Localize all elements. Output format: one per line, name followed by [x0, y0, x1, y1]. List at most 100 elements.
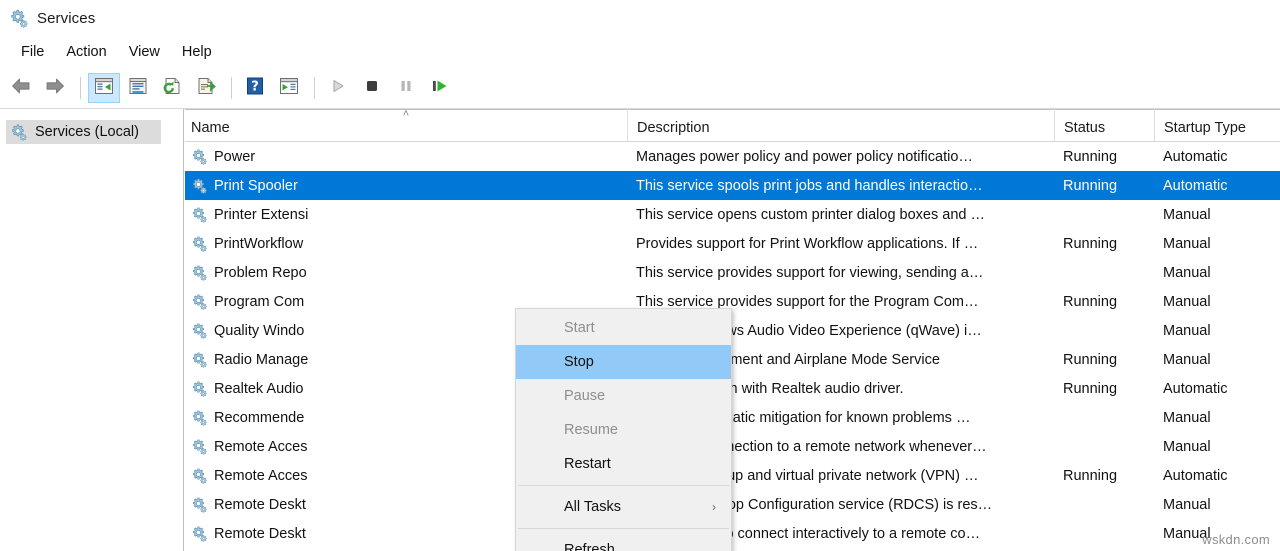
sidebar-item-services-local[interactable]: Services (Local) [6, 120, 161, 144]
context-menu-all-tasks[interactable]: All Tasks› [516, 490, 731, 524]
service-startup-type-label: Manual [1163, 497, 1211, 513]
service-startup-type-label: Automatic [1163, 149, 1227, 165]
cell-service-status: Running [1054, 287, 1154, 316]
context-menu-start-label: Start [564, 320, 595, 336]
service-status-label: Running [1063, 236, 1117, 252]
table-row[interactable]: Quality WindoQuality Windows Audio Video… [185, 316, 1280, 345]
table-row[interactable]: Printer Extensi This service opens custom… [185, 200, 1280, 229]
column-header-status[interactable]: Status [1054, 109, 1154, 141]
show-action-pane-button[interactable] [273, 73, 305, 103]
table-row[interactable]: Realtek AudioFor cooperation with Realte… [185, 374, 1280, 403]
context-menu-pause-label: Pause [564, 388, 605, 404]
arrow-right-icon [44, 76, 66, 101]
refresh-button[interactable] [156, 73, 188, 103]
forward-button[interactable] [39, 73, 71, 103]
column-header-description-label: Description [637, 120, 710, 136]
menu-help[interactable]: Help [171, 41, 223, 63]
column-header-startup-type-label: Startup Type [1164, 120, 1246, 136]
pause-service-button[interactable] [390, 73, 422, 103]
column-header-name[interactable]: Name ˄ [185, 109, 627, 141]
table-row[interactable]: RecommendeEnables automatic mitigation f… [185, 403, 1280, 432]
cell-service-startup-type: Manual [1154, 229, 1280, 258]
column-header-status-label: Status [1064, 120, 1105, 136]
cell-service-startup-type: Manual [1154, 490, 1280, 519]
column-header-startup-type[interactable]: Startup Type [1154, 109, 1280, 141]
table-row[interactable]: Remote DesktAllows users to connect inte… [185, 519, 1280, 548]
service-gear-icon [191, 235, 208, 252]
cell-service-name: Problem Repo [185, 258, 627, 287]
service-name-label: Program Com [214, 294, 304, 310]
service-startup-type-label: Manual [1163, 410, 1211, 426]
context-menu-pause: Pause [516, 379, 731, 413]
console-tree-pane: Services (Local) [0, 109, 184, 551]
service-gear-icon [191, 409, 208, 426]
service-context-menu: StartStopPauseResumeRestartAll Tasks›Ref… [515, 308, 732, 551]
menu-file[interactable]: File [10, 41, 55, 63]
cell-service-name: Print Spooler [185, 171, 627, 200]
cell-service-startup-type: Manual [1154, 258, 1280, 287]
properties-button[interactable] [122, 73, 154, 103]
cell-service-startup-type: Automatic [1154, 374, 1280, 403]
table-row[interactable]: PrintWorkflowProvides support for Print … [185, 229, 1280, 258]
service-name-label: Recommende [214, 410, 304, 426]
context-menu-stop-label: Stop [564, 354, 594, 370]
services-list-rows: PowerManages power policy and power poli… [185, 142, 1280, 548]
cell-service-startup-type: Manual [1154, 403, 1280, 432]
export-list-button[interactable] [190, 73, 222, 103]
service-gear-icon [191, 148, 208, 165]
context-menu-restart-label: Restart [564, 456, 611, 472]
context-menu-stop[interactable]: Stop [516, 345, 731, 379]
table-row[interactable]: Program ComThis service provides support… [185, 287, 1280, 316]
question-mark-icon: ? [244, 76, 266, 101]
table-row[interactable]: Radio ManageRadio Management and Airplan… [185, 345, 1280, 374]
service-status-label: Running [1063, 352, 1117, 368]
svg-text:?: ? [251, 79, 259, 94]
cell-service-status [1054, 200, 1154, 229]
stop-service-button[interactable] [356, 73, 388, 103]
service-startup-type-label: Automatic [1163, 468, 1227, 484]
menu-view[interactable]: View [118, 41, 171, 63]
service-name-label: Remote Acces [214, 439, 308, 455]
service-startup-type-label: Automatic [1163, 178, 1227, 194]
column-header-description[interactable]: Description [627, 109, 1054, 141]
cell-service-description: This service spools print jobs and handl… [627, 171, 1054, 200]
back-button[interactable] [5, 73, 37, 103]
context-menu-start: Start [516, 311, 731, 345]
service-name-label: PrintWorkflow [214, 236, 303, 252]
restart-service-button[interactable] [424, 73, 456, 103]
services-window: Services File Action View Help [0, 0, 1280, 551]
table-row[interactable]: Remote DesktRemote Desktop Configuration… [185, 490, 1280, 519]
cell-service-startup-type: Manual [1154, 200, 1280, 229]
cell-service-status: Running [1054, 374, 1154, 403]
service-gear-icon [191, 264, 208, 281]
cell-service-status [1054, 519, 1154, 548]
table-row[interactable]: Problem RepoThis service provides suppor… [185, 258, 1280, 287]
cell-service-description: Manages power policy and power policy no… [627, 142, 1054, 171]
service-gear-icon [191, 438, 208, 455]
service-status-label: Running [1063, 381, 1117, 397]
show-hide-console-tree-button[interactable] [88, 73, 120, 103]
table-row[interactable]: Remote AccesManages dial-up and virtual … [185, 461, 1280, 490]
help-button[interactable]: ? [239, 73, 271, 103]
cell-service-name: Power [185, 142, 627, 171]
context-menu-separator [518, 528, 729, 529]
cell-service-name: Printer Extensi [185, 200, 627, 229]
service-startup-type-label: Manual [1163, 294, 1211, 310]
table-row[interactable]: Remote AccesCreates a connection to a re… [185, 432, 1280, 461]
cell-service-startup-type: Manual [1154, 432, 1280, 461]
service-description-label: This service spools print jobs and handl… [636, 178, 983, 194]
table-row[interactable]: PowerManages power policy and power poli… [185, 142, 1280, 171]
cell-service-startup-type: Automatic [1154, 142, 1280, 171]
service-startup-type-label: Manual [1163, 207, 1211, 223]
arrow-left-icon [10, 76, 32, 101]
context-menu-refresh[interactable]: Refresh [516, 533, 731, 551]
table-row[interactable]: Print Spooler This service spools print j… [185, 171, 1280, 200]
window-titlebar: Services [0, 0, 1280, 36]
start-service-button[interactable] [322, 73, 354, 103]
menu-bar: File Action View Help [0, 36, 1280, 68]
menu-action[interactable]: Action [55, 41, 117, 63]
service-startup-type-label: Manual [1163, 236, 1211, 252]
service-description-label: This service opens custom printer dialog… [636, 207, 985, 223]
context-menu-restart[interactable]: Restart [516, 447, 731, 481]
service-startup-type-label: Manual [1163, 439, 1211, 455]
